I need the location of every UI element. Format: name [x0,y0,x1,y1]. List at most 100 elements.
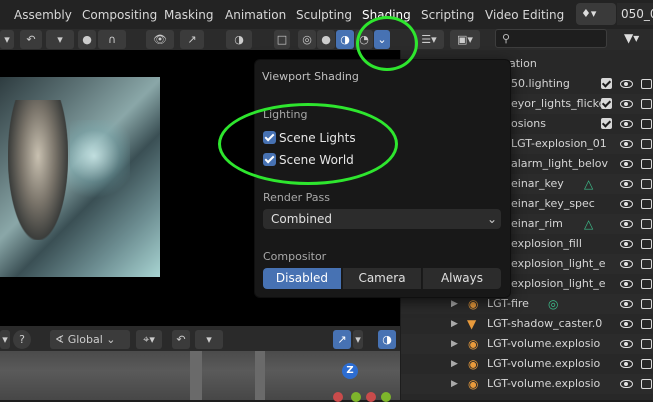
render-pass-heading: Render Pass [263,191,330,204]
tab-masking[interactable]: Masking [164,5,213,25]
camera-icon[interactable] [641,179,652,189]
expand-arrow-icon[interactable]: ▶ [451,374,458,394]
outliner-filter-view-icon[interactable]: ▣▾ [450,30,480,49]
wireframe-shading-icon[interactable]: ◎ [298,30,316,49]
eye-icon[interactable] [620,260,633,268]
solid-shading-icon[interactable]: ● [317,30,335,49]
camera-icon[interactable] [641,319,652,329]
list-item[interactable]: ▶ ◉ LGT-volume.explosio [401,374,653,394]
scene-beam [190,351,202,400]
visibility-icon[interactable]: 👁 [146,30,174,49]
collection-checkbox[interactable] [601,78,612,89]
editor-type-button[interactable]: ▾ [0,30,14,49]
help-icon[interactable]: ? [13,330,31,349]
snap-target-icon[interactable]: ▾ [46,30,74,49]
camera-icon[interactable] [641,379,652,389]
eye-icon[interactable] [620,280,633,288]
camera-icon[interactable] [641,239,652,249]
expand-arrow-icon[interactable]: ▶ [451,354,458,374]
light-data-icon: △ [584,177,594,191]
eye-icon[interactable] [620,360,633,368]
camera-icon[interactable] [641,159,652,169]
light-data-icon: ◎ [548,297,559,311]
camera-icon[interactable] [641,339,652,349]
list-item[interactable]: ▶ ▼ LGT-shadow_caster.0 [401,314,653,334]
chevron-down-icon: ⌄ [486,212,497,226]
render-pass-select[interactable]: Combined ⌄ [263,209,501,229]
gizmo-y-axis-icon[interactable] [381,392,391,402]
gizmo-x-axis-icon[interactable] [366,392,376,402]
falloff-icon[interactable]: ∩ [98,30,126,49]
light-object-icon: ◉ [468,357,479,371]
eye-icon[interactable] [620,300,633,308]
eye-icon[interactable] [620,320,633,328]
expand-arrow-icon[interactable]: ▶ [451,314,458,334]
gizmo-x-axis-icon[interactable] [333,392,343,402]
water-splash [70,120,130,210]
transform-orientation-select[interactable]: ∢ Global ⌄ [50,330,130,349]
snap-target-icon[interactable]: ▾ [195,330,223,349]
camera-icon[interactable] [641,199,652,209]
eye-icon[interactable] [620,180,633,188]
camera-icon[interactable] [641,99,652,109]
gizmo-y-axis-icon[interactable] [351,392,361,402]
scene-icon: ♦▾ [581,7,597,20]
overlay-icon[interactable]: ◑ [226,30,252,49]
annotation-circle [356,16,418,71]
orientation-icon: ∢ [55,333,65,346]
scene-selector-button[interactable]: ♦▾ [576,3,616,25]
tab-video-editing[interactable]: Video Editing [485,5,564,25]
tab-animation[interactable]: Animation [225,5,286,25]
camera-icon[interactable] [641,219,652,229]
compositor-always-option[interactable]: Always [422,268,501,289]
navigation-gizmo-z-axis[interactable]: Z [342,363,358,379]
eye-icon[interactable] [620,80,633,88]
camera-icon[interactable] [641,259,652,269]
xray-icon[interactable]: □ [274,30,290,49]
eye-icon[interactable] [620,120,633,128]
tab-assembly[interactable]: Assembly [14,5,72,25]
eye-icon[interactable] [620,100,633,108]
eye-icon[interactable] [620,140,633,148]
list-item[interactable]: ▶ ◉ LGT-volume.explosio [401,354,653,374]
dropdown-arrow-icon[interactable]: ▾ [353,330,363,349]
camera-icon[interactable] [641,119,652,129]
pivot-point-icon[interactable]: ⌖▾ [136,330,162,349]
outliner-display-mode-icon[interactable]: ☰▾ [414,30,444,49]
gizmo-icon[interactable]: ↗ [180,30,204,49]
light-data-icon: △ [584,217,594,231]
light-object-icon: ◉ [468,337,479,351]
eye-icon[interactable] [620,200,633,208]
tab-scripting[interactable]: Scripting [421,5,474,25]
material-preview-shading-icon[interactable]: ◑ [336,30,354,49]
scene-name-field[interactable]: 050_0 [617,3,653,25]
annotation-circle [218,103,398,185]
collection-checkbox[interactable] [601,98,612,109]
camera-icon[interactable] [641,279,652,289]
outliner-search-input[interactable]: ⚲ [495,29,607,48]
compositor-disabled-option[interactable]: Disabled [263,268,341,289]
eye-icon[interactable] [620,160,633,168]
expand-arrow-icon[interactable]: ▶ [451,334,458,354]
list-item[interactable]: ▶ ◉ LGT-volume.explosio [401,334,653,354]
eye-icon[interactable] [620,380,633,388]
search-icon: ⚲ [502,32,511,45]
camera-icon[interactable] [641,299,652,309]
gizmo-toggle-icon[interactable]: ↗ [333,330,351,349]
compositor-camera-option[interactable]: Camera [342,268,421,289]
filter-icon[interactable]: ▼▾ [620,29,653,48]
tab-compositing[interactable]: Compositing [82,5,157,25]
overlay-toggle-icon[interactable]: ◑ [378,330,396,349]
snap-icon[interactable]: ↶ [172,330,190,349]
dropdown-arrow-icon[interactable]: ▾ [0,330,10,349]
tab-sculpting[interactable]: Sculpting [296,5,352,25]
camera-icon[interactable] [641,79,652,89]
collection-checkbox[interactable] [601,118,612,129]
eye-icon[interactable] [620,340,633,348]
camera-icon[interactable] [641,139,652,149]
camera-icon[interactable] [641,359,652,369]
snap-icon[interactable]: ↶ [20,30,42,49]
proportional-edit-icon[interactable]: ● [78,30,96,49]
eye-icon[interactable] [620,220,633,228]
eye-icon[interactable] [620,240,633,248]
